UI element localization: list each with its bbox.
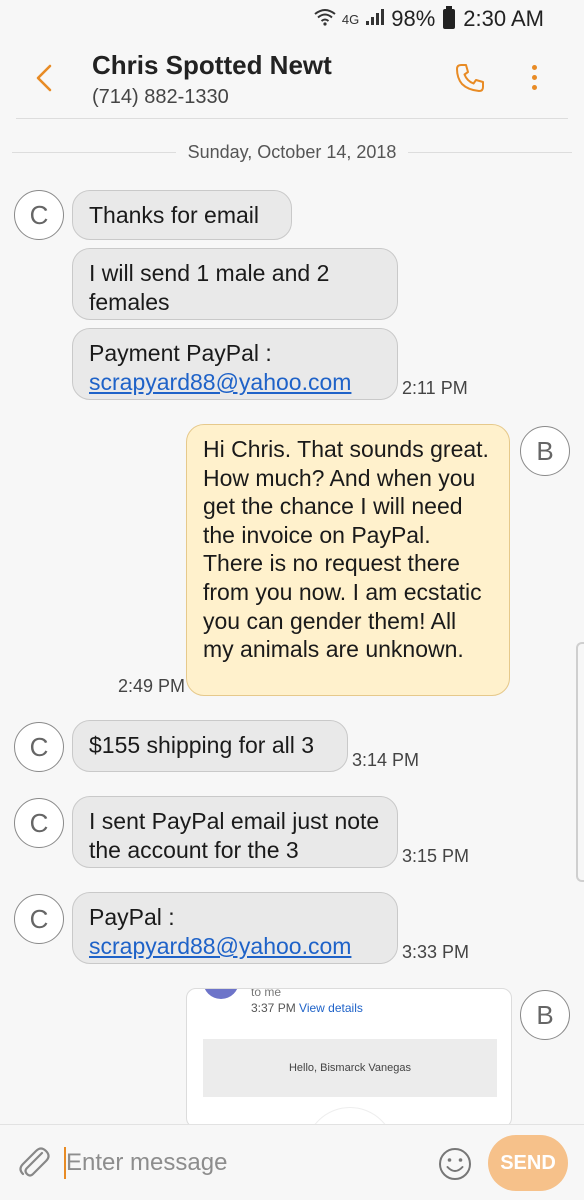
contact-name[interactable]: Chris Spotted Newt xyxy=(92,50,332,81)
message-timestamp: 3:15 PM xyxy=(402,846,470,866)
message-timestamp: 2:49 PM xyxy=(118,676,186,696)
email-sent-line: 3:37 PM View details xyxy=(251,1001,363,1015)
contact-avatar[interactable]: C xyxy=(14,894,64,944)
message-text: $155 shipping for all 3 xyxy=(89,732,315,758)
message-bubble[interactable]: Thanks for email xyxy=(72,190,292,240)
contact-avatar[interactable]: C xyxy=(14,722,64,772)
email-greeting-banner: Hello, Bismarck Vanegas xyxy=(203,1039,497,1097)
header-divider xyxy=(16,118,568,119)
message-bubble[interactable]: $155 shipping for all 3 xyxy=(72,720,348,772)
contact-avatar[interactable]: C xyxy=(14,190,64,240)
divider-line xyxy=(408,152,572,153)
clock: 2:30 AM xyxy=(463,6,544,31)
contact-avatar[interactable]: C xyxy=(14,798,64,848)
message-timestamp: 2:11 PM xyxy=(402,378,468,398)
chevron-left-icon[interactable] xyxy=(30,60,58,96)
network-type-label: 4G xyxy=(341,11,360,27)
message-timestamp: 3:33 PM xyxy=(402,942,470,962)
message-text: I sent PayPal email just note the accoun… xyxy=(89,808,380,863)
send-button[interactable]: SEND xyxy=(488,1135,568,1191)
message-timestamp: 3:14 PM xyxy=(352,750,420,770)
divider-line xyxy=(12,152,176,153)
paperclip-icon[interactable] xyxy=(16,1143,52,1183)
email-link[interactable]: scrapyard88@yahoo.com xyxy=(89,368,381,397)
more-vertical-icon[interactable] xyxy=(522,62,546,96)
message-text: Hi Chris. That sounds great. How much? A… xyxy=(203,436,489,663)
message-composer: SEND xyxy=(0,1124,584,1200)
status-bar: 4G 98% 2:30 AM xyxy=(0,0,584,38)
message-bubble[interactable]: I will send 1 male and 2 females xyxy=(72,248,398,320)
battery-percent: 98% xyxy=(391,6,436,31)
sender-avatar xyxy=(203,989,239,999)
view-details-link[interactable]: View details xyxy=(299,1001,363,1015)
email-greeting: Hello, Bismarck Vanegas xyxy=(288,1062,412,1074)
phone-icon[interactable] xyxy=(452,60,488,96)
wifi-icon xyxy=(314,8,336,31)
scrollbar[interactable] xyxy=(576,642,584,882)
own-avatar[interactable]: B xyxy=(520,426,570,476)
message-bubble[interactable]: Payment PayPal : scrapyard88@yahoo.com xyxy=(72,328,398,400)
date-label: Sunday, October 14, 2018 xyxy=(187,142,397,162)
message-text: I will send 1 male and 2 females xyxy=(89,260,330,315)
own-avatar[interactable]: B xyxy=(520,990,570,1040)
message-bubble[interactable]: I sent PayPal email just note the accoun… xyxy=(72,796,398,868)
email-sent-time: 3:37 PM xyxy=(251,1001,296,1015)
message-text: Payment PayPal : xyxy=(89,340,272,366)
battery-icon xyxy=(443,6,456,29)
email-recipient: to me xyxy=(251,988,282,999)
date-divider: Sunday, October 14, 2018 xyxy=(12,142,572,163)
message-input[interactable] xyxy=(66,1143,406,1183)
conversation-header: Chris Spotted Newt (714) 882-1330 xyxy=(0,38,584,118)
message-text: PayPal : xyxy=(89,904,175,930)
message-bubble-outgoing[interactable]: Hi Chris. That sounds great. How much? A… xyxy=(186,424,510,696)
smiley-icon[interactable] xyxy=(436,1145,474,1183)
message-bubble[interactable]: PayPal : scrapyard88@yahoo.com xyxy=(72,892,398,964)
signal-icon xyxy=(365,8,385,31)
contact-phone-number: (714) 882-1330 xyxy=(92,86,229,108)
email-link[interactable]: scrapyard88@yahoo.com xyxy=(89,932,381,961)
message-text: Thanks for email xyxy=(89,202,260,228)
email-screenshot-attachment[interactable]: to me 3:37 PM View details Hello, Bismar… xyxy=(186,988,512,1128)
